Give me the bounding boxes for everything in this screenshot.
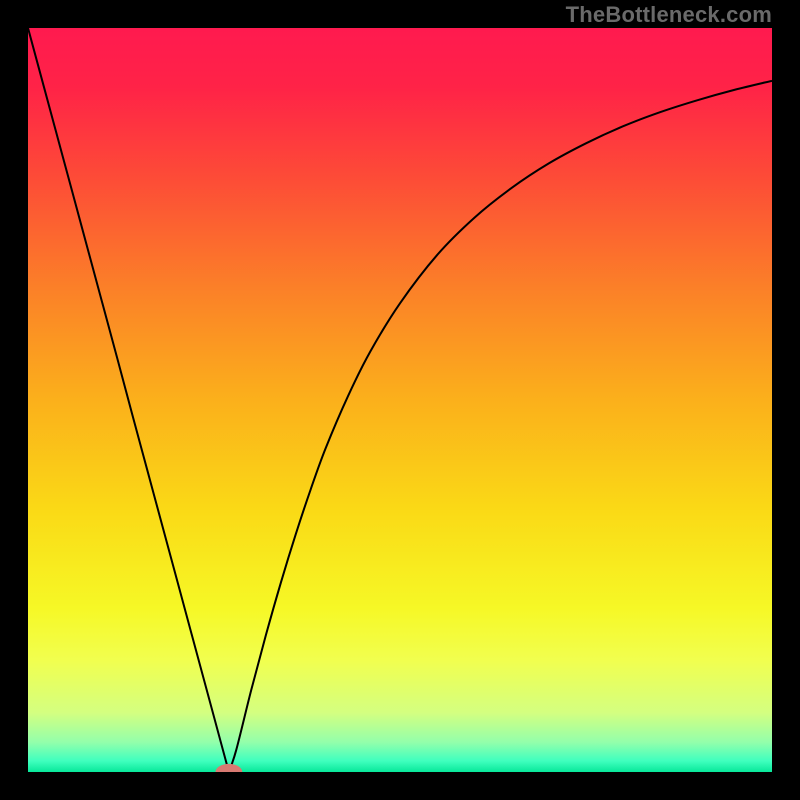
chart-frame: TheBottleneck.com (0, 0, 800, 800)
watermark-text: TheBottleneck.com (566, 2, 772, 28)
plot-area (28, 28, 772, 772)
gradient-background (28, 28, 772, 772)
plot-svg (28, 28, 772, 772)
